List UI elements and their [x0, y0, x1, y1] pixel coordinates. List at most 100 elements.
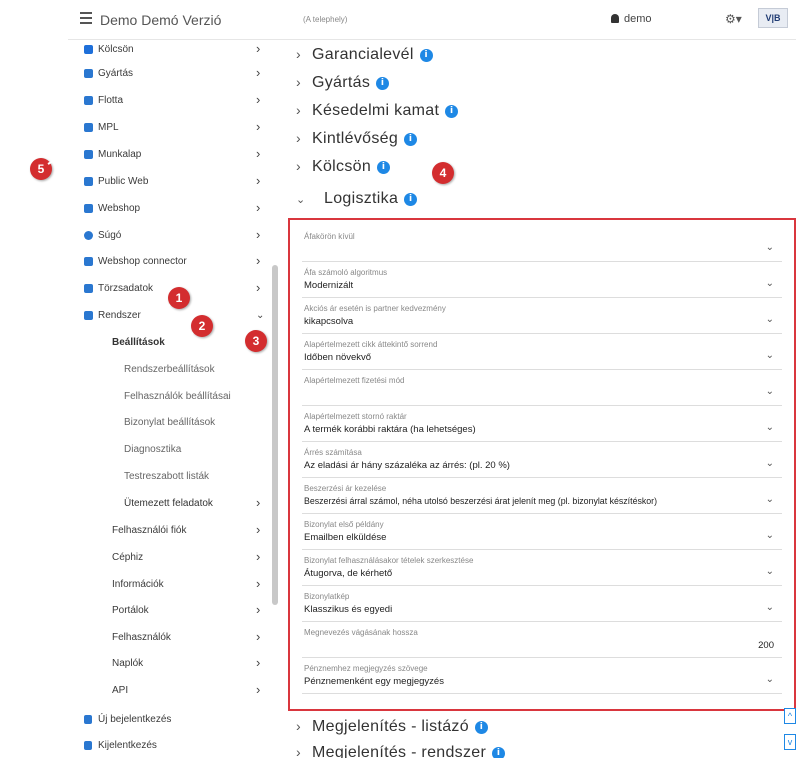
- field-penznem-megjegyzes[interactable]: Pénznemhez megjegyzés szövege Pénznemenké…: [302, 664, 782, 694]
- info-icon[interactable]: i: [376, 77, 390, 90]
- monitor-icon: [84, 177, 93, 186]
- sidebar-item-public-web[interactable]: Public Web ›: [68, 170, 268, 194]
- sidebar-item-rendszer[interactable]: Rendszer ⌄: [68, 304, 268, 328]
- chevron-right-icon: ›: [256, 549, 261, 564]
- car-icon: [84, 96, 93, 105]
- sidebar-item-munkalap[interactable]: Munkalap ›: [68, 143, 268, 167]
- chevron-right-icon: ›: [296, 718, 301, 734]
- chevron-down-icon: ⌄: [765, 386, 774, 397]
- hamburger-menu-icon[interactable]: [80, 12, 92, 24]
- sidebar-item-naplok[interactable]: Naplók ›: [68, 652, 268, 676]
- sidebar-item-rendszerbeallitasok[interactable]: Rendszerbeállítások: [68, 358, 268, 382]
- sidebar-item-webshop[interactable]: Webshop ›: [68, 197, 268, 221]
- section-megjelenites-rendszer[interactable]: › Megjelenítés - rendszer i: [296, 744, 506, 758]
- mpl-icon: [84, 123, 93, 132]
- sidebar-item-testreszabott-listak[interactable]: Testreszabott listák: [68, 465, 268, 489]
- sidebar-item-felhasznaloi-fiok[interactable]: Felhasználói fiók ›: [68, 519, 268, 543]
- site-label: (A telephely): [303, 15, 348, 24]
- sidebar-item-logout[interactable]: Kijelentkezés: [68, 734, 268, 758]
- chevron-right-icon: ›: [296, 158, 301, 174]
- chevron-right-icon: ›: [256, 253, 261, 268]
- sidebar-item-kolcson[interactable]: Kölcsön ›: [68, 38, 268, 62]
- chevron-down-icon: ⌄: [765, 314, 774, 325]
- sidebar-item-flotta[interactable]: Flotta ›: [68, 89, 268, 113]
- sidebar-item-sugo[interactable]: Súgó ›: [68, 224, 268, 248]
- user-icon: [611, 14, 619, 23]
- sidebar-item-felhasznalok[interactable]: Felhasználók ›: [68, 626, 268, 650]
- top-bar: Demo Demó Verzió (A telephely) demo ⚙▾ V…: [68, 0, 796, 40]
- settings-menu-gear-icon[interactable]: ⚙▾: [725, 12, 742, 26]
- chevron-down-icon: ⌄: [765, 350, 774, 361]
- field-bizonylatkep[interactable]: Bizonylatkép Klasszikus és egyedi ⌄: [302, 592, 782, 622]
- section-megjelenites-listazo[interactable]: › Megjelenítés - listázó i: [296, 718, 488, 744]
- field-arres-szamitasa[interactable]: Árrés számítása Az eladási ár hány százal…: [302, 448, 782, 478]
- app-title: Demo Demó Verzió: [100, 12, 222, 28]
- scroll-up-button[interactable]: ^: [784, 708, 796, 724]
- field-bizonylat-tetelek-szerkesztese[interactable]: Bizonylat felhasználásakor tételek szerk…: [302, 556, 782, 586]
- chevron-right-icon: ›: [256, 602, 261, 617]
- chevron-down-icon: ⌄: [765, 602, 774, 613]
- info-icon[interactable]: i: [377, 161, 391, 174]
- scroll-down-button[interactable]: v: [784, 734, 796, 750]
- user-name: demo: [624, 13, 652, 25]
- anchor-icon: [84, 45, 93, 54]
- field-megnevezes-vagas-hossza[interactable]: Megnevezés vágásának hossza 200: [302, 628, 782, 658]
- chevron-down-icon: ⌄: [765, 278, 774, 289]
- chevron-right-icon: ›: [256, 119, 261, 134]
- chevron-right-icon: ›: [256, 522, 261, 537]
- info-icon[interactable]: i: [419, 49, 433, 62]
- sidebar-scrollbar-thumb[interactable]: [272, 265, 278, 605]
- field-bizonylat-elso-peldany[interactable]: Bizonylat első példány Emailben elküldése…: [302, 520, 782, 550]
- sidebar-item-portalok[interactable]: Portálok ›: [68, 599, 268, 623]
- chevron-down-icon: ⌄: [765, 458, 774, 469]
- annotation-badge-4: 4: [432, 162, 454, 184]
- sidebar-item-bizonylat-beallitasok[interactable]: Bizonylat beállítások: [68, 411, 268, 435]
- chevron-right-icon: ›: [256, 41, 261, 56]
- info-icon[interactable]: i: [404, 133, 418, 146]
- logout-icon: [84, 741, 92, 750]
- sidebar-item-informaciok[interactable]: Információk ›: [68, 573, 268, 597]
- info-icon[interactable]: i: [474, 721, 488, 734]
- cogs-icon: [84, 69, 93, 78]
- field-afa-szamolo-algoritmus[interactable]: Áfa számoló algoritmus Modernizált ⌄: [302, 268, 782, 298]
- sidebar-item-felhasznalok-beallitasai[interactable]: Felhasználók beállításai: [68, 385, 268, 409]
- field-afakoron-kivul[interactable]: Áfakörön kívül ⌄: [302, 232, 782, 262]
- sidebar-item-gyartas[interactable]: Gyártás ›: [68, 62, 268, 86]
- sidebar-item-new-login[interactable]: Új bejelentkezés: [68, 708, 268, 732]
- chevron-right-icon: ›: [256, 682, 261, 697]
- field-beszerzesi-ar-kezelese[interactable]: Beszerzési ár kezelése Beszerzési árral s…: [302, 484, 782, 514]
- section-gyartas[interactable]: › Gyártás i: [296, 74, 390, 100]
- info-icon[interactable]: i: [445, 105, 459, 118]
- section-kintlevoseg[interactable]: › Kintlévőség i: [296, 130, 418, 156]
- chevron-right-icon: ›: [256, 146, 261, 161]
- sidebar-item-diagnosztika[interactable]: Diagnosztika: [68, 438, 268, 462]
- section-garancialevel[interactable]: › Garancialevél i: [296, 46, 433, 72]
- chevron-right-icon: ›: [256, 280, 261, 295]
- field-akcios-ar-partner-kedvezmeny[interactable]: Akciós ár esetén is partner kedvezmény ki…: [302, 304, 782, 334]
- section-kesedelmi-kamat[interactable]: › Késedelmi kamat i: [296, 102, 459, 128]
- field-cikk-attekinto-sorrend[interactable]: Alapértelmezett cikk áttekintő sorrend Id…: [302, 340, 782, 370]
- cart-icon: [84, 257, 93, 266]
- field-storno-raktar[interactable]: Alapértelmezett stornó raktár A termék ko…: [302, 412, 782, 442]
- login-icon: [84, 715, 92, 724]
- database-icon: [84, 284, 93, 293]
- main-content: › Garancialevél i › Gyártás i › Késedelmi kam…: [288, 40, 796, 758]
- section-logisztika[interactable]: ⌄ Logisztika i: [296, 190, 418, 216]
- section-kolcson[interactable]: › Kölcsön i: [296, 158, 391, 184]
- chevron-right-icon: ›: [296, 130, 301, 146]
- field-fizetesi-mod[interactable]: Alapértelmezett fizetési mód ⌄: [302, 376, 782, 406]
- info-icon[interactable]: i: [404, 193, 418, 206]
- sidebar-item-mpl[interactable]: MPL ›: [68, 116, 268, 140]
- sidebar-item-cephiz[interactable]: Céphiz ›: [68, 546, 268, 570]
- user-menu[interactable]: demo: [611, 13, 652, 25]
- file-icon: [84, 150, 93, 159]
- sidebar-item-utemezett-feladatok[interactable]: Ütemezett feladatok ›: [68, 492, 268, 516]
- info-icon[interactable]: i: [492, 747, 506, 758]
- chevron-down-icon: ⌄: [296, 194, 306, 206]
- chevron-right-icon: ›: [256, 92, 261, 107]
- chevron-right-icon: ›: [296, 46, 301, 62]
- cart-icon: [84, 204, 93, 213]
- chevron-down-icon: ⌄: [765, 530, 774, 541]
- sidebar-item-api[interactable]: API ›: [68, 679, 268, 703]
- sidebar-item-webshop-connector[interactable]: Webshop connector ›: [68, 250, 268, 274]
